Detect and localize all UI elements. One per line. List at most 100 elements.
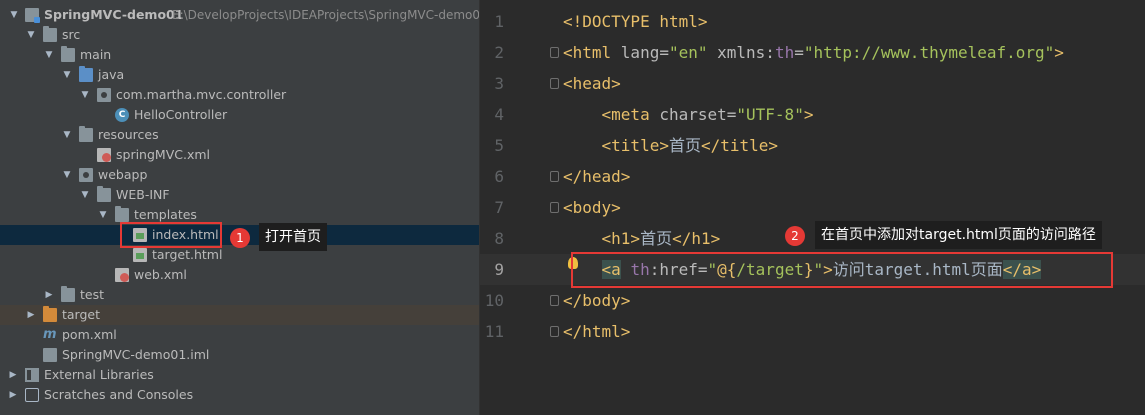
code-line[interactable]: <body>	[563, 192, 621, 223]
chevron-down-icon[interactable]: ▼	[44, 45, 54, 65]
tree-label-resources: resources	[98, 127, 159, 142]
chevron-down-icon[interactable]: ▼	[26, 25, 36, 45]
step-badge-2: 2	[785, 226, 805, 246]
tree-label-package: com.martha.mvc.controller	[116, 87, 287, 102]
code-token: lang=	[620, 43, 669, 62]
chevron-down-icon[interactable]: ▼	[80, 185, 90, 205]
chevron-down-icon[interactable]: ▼	[98, 205, 108, 225]
resources-folder-icon	[79, 126, 93, 142]
folder-icon	[97, 186, 111, 202]
tree-row-pom[interactable]: m pom.xml	[0, 325, 479, 345]
folder-icon	[61, 286, 75, 302]
tree-row-templates[interactable]: ▼ templates	[0, 205, 479, 225]
code-token: 首页	[668, 136, 701, 155]
code-token: </html>	[563, 322, 631, 341]
chevron-down-icon[interactable]: ▼	[62, 125, 72, 145]
tree-row-webinf[interactable]: ▼ WEB-INF	[0, 185, 479, 205]
tree-label-springmvc-xml: springMVC.xml	[116, 147, 211, 162]
code-line[interactable]: <!DOCTYPE html>	[563, 6, 708, 37]
line-number: 6	[494, 167, 504, 186]
line-number: 9	[494, 260, 504, 279]
tree-row-src[interactable]: ▼ src	[0, 25, 479, 45]
code-token: 首页	[640, 229, 673, 248]
tree-row-test[interactable]: ▶ test	[0, 285, 479, 305]
fold-marker-icon[interactable]	[550, 295, 559, 306]
callout-open-index: 打开首页	[259, 223, 327, 251]
code-token: <meta	[601, 105, 660, 124]
code-token: </h1>	[672, 229, 721, 248]
web-folder-icon	[79, 168, 93, 182]
class-icon: C	[115, 108, 129, 122]
chevron-right-icon[interactable]: ▶	[26, 305, 36, 325]
tree-label-iml: SpringMVC-demo01.iml	[62, 347, 210, 362]
code-token: </title>	[700, 136, 779, 155]
package-icon	[97, 88, 111, 102]
fold-marker-icon[interactable]	[550, 326, 559, 337]
tree-row-hellocontroller[interactable]: C HelloController	[0, 105, 479, 125]
chevron-down-icon[interactable]: ▼	[62, 65, 72, 85]
code-token: <title>	[601, 136, 669, 155]
tree-label-pom: pom.xml	[62, 327, 117, 342]
code-token: >	[1054, 43, 1064, 62]
chevron-down-icon[interactable]: ▼	[62, 165, 72, 185]
tree-label-controller: HelloController	[134, 107, 228, 122]
library-icon	[25, 368, 39, 382]
code-token: xmlns:	[707, 43, 775, 62]
code-token: <html	[563, 43, 621, 62]
line-number: 3	[494, 74, 504, 93]
code-token: "UTF-8"	[736, 105, 804, 124]
chevron-right-icon[interactable]: ▶	[8, 385, 18, 405]
code-line[interactable]: </head>	[563, 161, 630, 192]
chevron-down-icon[interactable]: ▼	[9, 5, 19, 25]
code-token: >	[803, 105, 814, 124]
line-number: 4	[494, 105, 504, 124]
project-tree-panel: ▼ SpringMVC-demo01 E:\DevelopProjects\ID…	[0, 0, 479, 415]
code-token: <head>	[563, 74, 621, 93]
code-token: <!DOCTYPE	[563, 12, 660, 31]
line-number: 5	[494, 136, 504, 155]
step-badge-1: 1	[230, 228, 250, 248]
source-folder-icon	[79, 66, 93, 82]
tree-label-src: src	[62, 27, 81, 42]
html-file-icon	[133, 248, 147, 262]
tree-row-main[interactable]: ▼ main	[0, 45, 479, 65]
chevron-right-icon[interactable]: ▶	[8, 365, 18, 385]
chevron-down-icon[interactable]: ▼	[80, 85, 90, 105]
tree-row-project[interactable]: ▼ SpringMVC-demo01 E:\DevelopProjects\ID…	[0, 5, 479, 25]
folder-icon	[61, 46, 75, 62]
chevron-right-icon[interactable]: ▶	[44, 285, 54, 305]
code-line[interactable]: <html lang="en" xmlns:th="http://www.thy…	[563, 37, 1064, 68]
code-line[interactable]: <meta charset="UTF-8">	[563, 99, 814, 130]
tree-row-package[interactable]: ▼ com.martha.mvc.controller	[0, 85, 479, 105]
code-editor[interactable]: 1 2 3 4 5 6 7 8 9 10 11 <!DOCTYPE html> <html lang=…	[480, 0, 1145, 415]
tree-row-springmvc-xml[interactable]: springMVC.xml	[0, 145, 479, 165]
line-number: 11	[484, 322, 504, 341]
code-token: html	[659, 12, 698, 31]
tree-row-external-libraries[interactable]: ▶ External Libraries	[0, 365, 479, 385]
tree-row-target-html[interactable]: target.html	[0, 245, 479, 265]
tree-row-target[interactable]: ▶ target	[0, 305, 479, 325]
code-line[interactable]: </html>	[563, 316, 630, 347]
code-line[interactable]: </body>	[563, 285, 630, 316]
tree-row-resources[interactable]: ▼ resources	[0, 125, 479, 145]
code-line[interactable]: <h1>首页</h1>	[563, 223, 721, 254]
tree-label-main: main	[80, 47, 112, 62]
tree-row-scratches[interactable]: ▶ Scratches and Consoles	[0, 385, 479, 405]
code-token: >	[697, 12, 708, 31]
fold-marker-icon[interactable]	[550, 202, 559, 213]
code-line[interactable]: <head>	[563, 68, 621, 99]
fold-marker-icon[interactable]	[550, 47, 559, 58]
highlight-box-index-html	[120, 222, 222, 248]
callout-add-path: 在首页中添加对target.html页面的访问路径	[815, 221, 1102, 249]
tree-row-web-xml[interactable]: web.xml	[0, 265, 479, 285]
code-token: =	[794, 43, 804, 62]
fold-marker-icon[interactable]	[550, 171, 559, 182]
fold-marker-icon[interactable]	[550, 78, 559, 89]
tree-row-webapp[interactable]: ▼ webapp	[0, 165, 479, 185]
tree-row-iml[interactable]: SpringMVC-demo01.iml	[0, 345, 479, 365]
code-line[interactable]: <title>首页</title>	[563, 130, 779, 161]
module-icon	[25, 8, 40, 23]
tree-row-java[interactable]: ▼ java	[0, 65, 479, 85]
line-number: 2	[494, 43, 504, 62]
